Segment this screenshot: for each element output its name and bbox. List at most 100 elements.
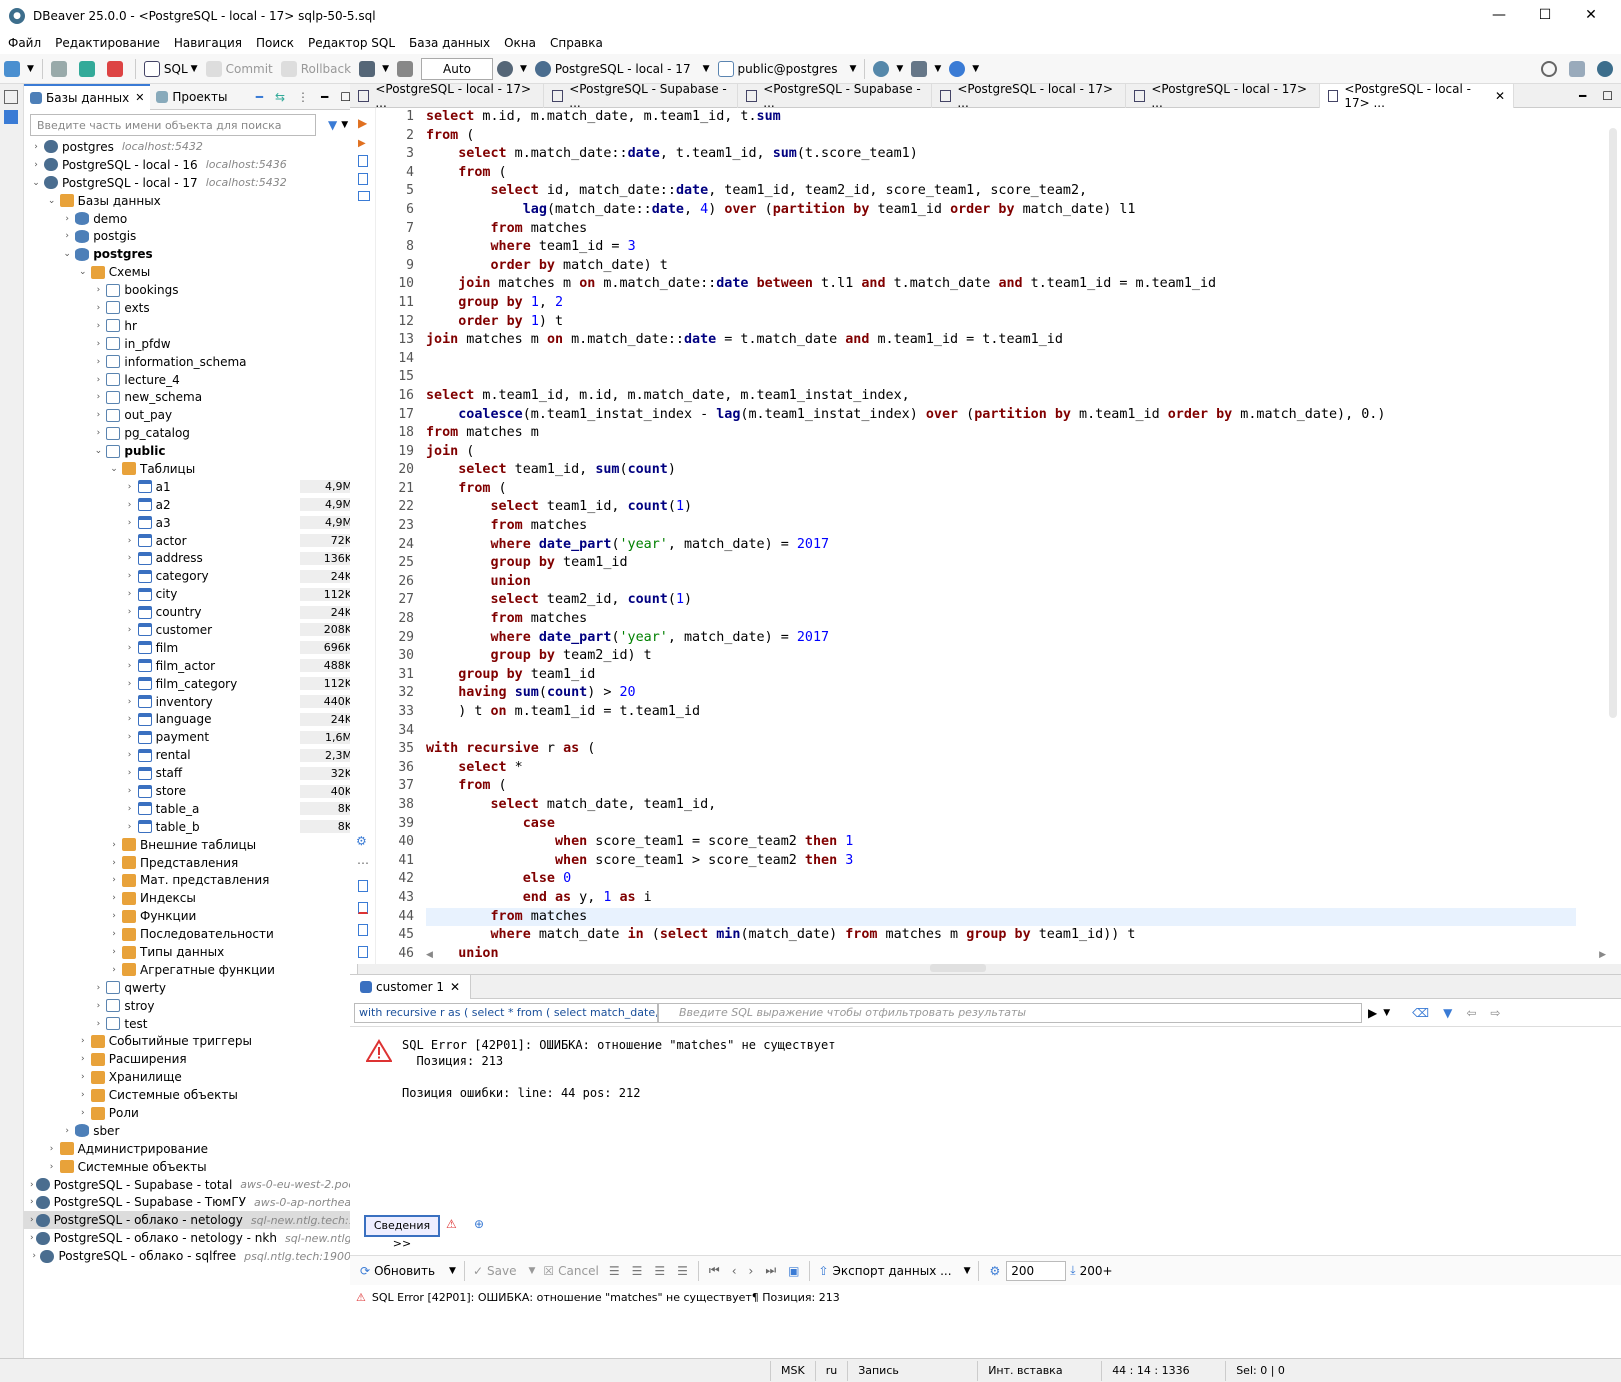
target-icon[interactable]: ⊕ bbox=[474, 1217, 484, 1231]
code-line[interactable]: union bbox=[426, 573, 1576, 592]
code-line[interactable]: group by 1, 2 bbox=[426, 294, 1576, 313]
chevron-right-icon[interactable]: › bbox=[124, 714, 136, 724]
chevron-right-icon[interactable]: › bbox=[30, 1251, 38, 1261]
code-line[interactable]: from matches bbox=[426, 610, 1576, 629]
code-line[interactable]: group by team1_id bbox=[426, 666, 1576, 685]
tree-item[interactable]: › language 24K bbox=[24, 711, 358, 729]
chevron-right-icon[interactable]: › bbox=[124, 768, 136, 778]
collapse-all-icon[interactable]: ━ bbox=[256, 90, 263, 104]
query-preview-field[interactable]: with recursive r as ( select * from ( se… bbox=[354, 1002, 658, 1023]
transaction-mode-button[interactable]: ▼ bbox=[355, 57, 393, 81]
export-icon[interactable] bbox=[358, 880, 368, 892]
code-line[interactable]: select m.id, m.match_date, m.team1_id, t… bbox=[426, 108, 1576, 127]
restore-panel-icon[interactable] bbox=[4, 90, 18, 104]
tree-item[interactable]: › postgres localhost:5432 bbox=[24, 138, 358, 156]
tree-item[interactable]: › store 40K bbox=[24, 782, 358, 800]
editor-tab[interactable]: <PostgreSQL - Supabase - ... bbox=[738, 82, 932, 110]
auto-commit-mode[interactable]: Auto bbox=[420, 57, 493, 80]
variables-icon[interactable] bbox=[358, 924, 368, 936]
tree-item[interactable]: › Функции bbox=[24, 907, 358, 925]
tree-item[interactable]: › rental 2,3M bbox=[24, 746, 358, 764]
chevron-right-icon[interactable]: › bbox=[30, 1233, 34, 1243]
code-line[interactable]: select m.team1_id, m.id, m.match_date, m… bbox=[426, 387, 1576, 406]
apply-filter-icon[interactable]: ▶ bbox=[1368, 1006, 1377, 1020]
tree-item[interactable]: › payment 1,6M bbox=[24, 728, 358, 746]
tab-customer-1[interactable]: customer 1 ✕ bbox=[350, 974, 472, 999]
results-filter-icon[interactable]: ▼ bbox=[1443, 1006, 1452, 1020]
back-icon[interactable]: ⇦ bbox=[1466, 1006, 1476, 1020]
code-line[interactable]: from ( bbox=[426, 164, 1576, 183]
chevron-right-icon[interactable]: › bbox=[61, 1126, 73, 1136]
chevron-right-icon[interactable]: › bbox=[92, 392, 104, 402]
commit-button[interactable]: Commit bbox=[202, 57, 277, 81]
disconnect-all-button[interactable] bbox=[103, 57, 131, 81]
code-line[interactable]: select team2_id, count(1) bbox=[426, 591, 1576, 610]
details-button[interactable]: Сведения >> bbox=[364, 1215, 440, 1250]
code-line[interactable]: where match_date in (select min(match_da… bbox=[426, 926, 1576, 945]
chevron-right-icon[interactable]: › bbox=[108, 893, 120, 903]
results-filter-input[interactable]: Введите SQL выражение чтобы отфильтроват… bbox=[658, 1002, 1362, 1023]
chevron-right-icon[interactable]: › bbox=[108, 947, 120, 957]
chevron-right-icon[interactable]: › bbox=[92, 357, 104, 367]
chevron-right-icon[interactable]: › bbox=[46, 1162, 58, 1172]
code-line[interactable]: from matches bbox=[426, 220, 1576, 239]
chevron-right-icon[interactable]: › bbox=[92, 321, 104, 331]
tree-item[interactable]: › a1 4,9M bbox=[24, 478, 358, 496]
chevron-right-icon[interactable]: › bbox=[124, 750, 136, 760]
chevron-right-icon[interactable]: › bbox=[124, 571, 136, 581]
edit-row-icon[interactable]: ☰ bbox=[609, 1264, 620, 1278]
chevron-down-icon[interactable]: ⌄ bbox=[108, 464, 120, 474]
chevron-right-icon[interactable]: › bbox=[61, 231, 73, 241]
code-line[interactable]: having sum(count) > 20 bbox=[426, 684, 1576, 703]
tree-item[interactable]: › new_schema bbox=[24, 388, 358, 406]
code-line[interactable]: case bbox=[426, 815, 1576, 834]
menu-help[interactable]: Справка bbox=[550, 36, 603, 50]
error-log-icon[interactable]: ⚠ bbox=[446, 1217, 457, 1231]
maximize-button[interactable]: ☐ bbox=[1522, 0, 1568, 32]
chevron-right-icon[interactable]: › bbox=[77, 1072, 89, 1082]
editor-tab[interactable]: <PostgreSQL - Supabase - ... bbox=[544, 82, 738, 110]
dashboard-button[interactable]: ▼ bbox=[869, 57, 907, 81]
tree-item[interactable]: › stroy bbox=[24, 997, 358, 1015]
code-line[interactable]: order by 1) t bbox=[426, 313, 1576, 332]
chevron-right-icon[interactable]: › bbox=[92, 375, 104, 385]
tree-item[interactable]: › country 24K bbox=[24, 603, 358, 621]
chevron-right-icon[interactable]: › bbox=[108, 858, 120, 868]
code-line[interactable]: order by match_date) t bbox=[426, 257, 1576, 276]
tree-item[interactable]: › exts bbox=[24, 299, 358, 317]
chevron-right-icon[interactable]: › bbox=[92, 285, 104, 295]
sql-editor-button[interactable]: SQL ▼ bbox=[140, 57, 202, 81]
tree-item[interactable]: › PostgreSQL - облако - sqlfree psql.ntlg.… bbox=[24, 1247, 358, 1265]
tree-item[interactable]: › qwerty bbox=[24, 979, 358, 997]
tree-item[interactable]: › Расширения bbox=[24, 1050, 358, 1068]
editor-horizontal-scrollbar[interactable]: ◀ ▶ bbox=[426, 950, 1606, 960]
code-line[interactable]: from matches m bbox=[426, 424, 1576, 443]
close-results-tab-icon[interactable]: ✕ bbox=[450, 980, 460, 994]
chevron-right-icon[interactable]: › bbox=[124, 786, 136, 796]
tree-item[interactable]: › PostgreSQL - облако - netology sql-new.n… bbox=[24, 1211, 366, 1230]
chevron-right-icon[interactable]: › bbox=[124, 589, 136, 599]
history-button[interactable]: ▼ bbox=[493, 57, 531, 81]
code-line[interactable]: group by team2_id) t bbox=[426, 647, 1576, 666]
tab-projects[interactable]: Проекты bbox=[150, 84, 233, 110]
tree-item[interactable]: › in_pfdw bbox=[24, 335, 358, 353]
code-line[interactable]: join matches m on m.match_date::date bet… bbox=[426, 275, 1576, 294]
chevron-right-icon[interactable]: › bbox=[124, 625, 136, 635]
fit-icon[interactable]: ▣ bbox=[788, 1264, 799, 1278]
copy-row-icon[interactable]: ☰ bbox=[654, 1264, 665, 1278]
tree-item[interactable]: › Внешние таблицы bbox=[24, 836, 358, 854]
code-line[interactable]: from ( bbox=[426, 480, 1576, 499]
tree-item[interactable]: › address 136K bbox=[24, 549, 358, 567]
perspective-button[interactable] bbox=[1565, 57, 1593, 81]
new-connection-button[interactable]: ▼ bbox=[0, 57, 38, 81]
more-icon[interactable]: ⋯ bbox=[357, 856, 369, 870]
code-line[interactable]: select * bbox=[426, 759, 1576, 778]
code-line[interactable]: where date_part('year', match_date) = 20… bbox=[426, 536, 1576, 555]
disconnect-button[interactable] bbox=[47, 57, 75, 81]
editor-tab[interactable]: <PostgreSQL - local - 17> ... bbox=[350, 82, 544, 110]
close-tab-icon[interactable]: ✕ bbox=[135, 91, 144, 104]
reconnect-button[interactable] bbox=[75, 57, 103, 81]
chevron-down-icon[interactable]: ⌄ bbox=[61, 249, 73, 259]
tree-item[interactable]: › Событийные триггеры bbox=[24, 1033, 358, 1051]
tree-item[interactable]: › Представления bbox=[24, 854, 358, 872]
